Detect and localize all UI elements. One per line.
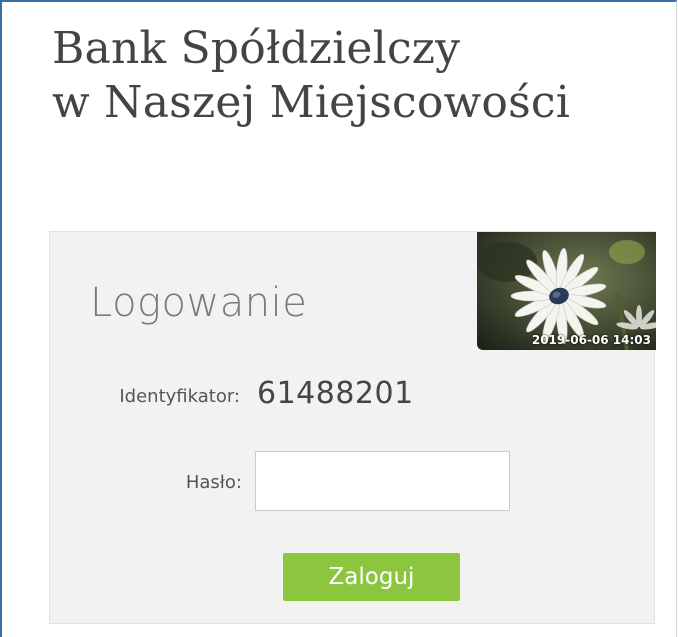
security-image: 2019-06-06 14:03 (477, 232, 656, 350)
identifier-label: Identyfikator: (119, 386, 240, 407)
bank-title-line2: w Naszej Miejscowości (52, 77, 570, 128)
image-timestamp: 2019-06-06 14:03 (531, 333, 651, 347)
bank-title: Bank Spółdzielczy w Naszej Miejscowości (52, 22, 570, 130)
password-label: Hasło: (185, 472, 242, 493)
login-heading: Logowanie (90, 280, 308, 326)
page-frame: Bank Spółdzielczy w Naszej Miejscowości … (0, 0, 677, 637)
identifier-value: 61488201 (257, 376, 414, 411)
login-button[interactable]: Zaloguj (283, 553, 460, 601)
login-panel: Logowanie 2019-06-06 14:03 Identyfikator… (49, 231, 656, 624)
bank-title-line1: Bank Spółdzielczy (52, 23, 461, 74)
password-input[interactable] (255, 451, 510, 511)
